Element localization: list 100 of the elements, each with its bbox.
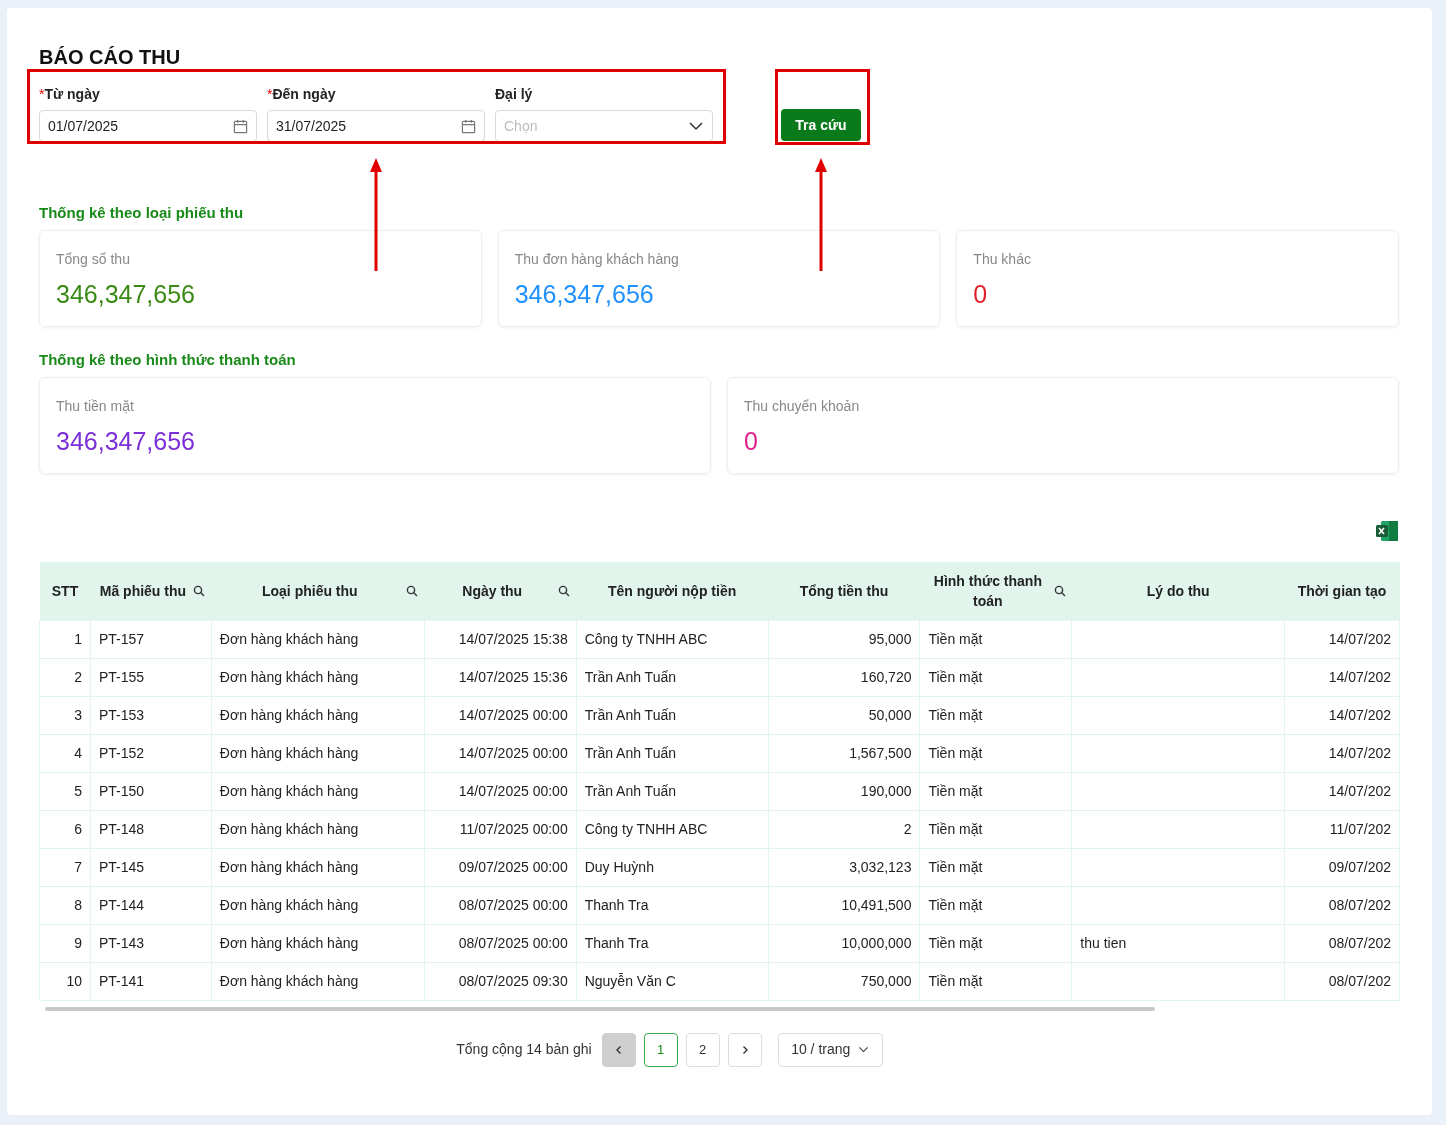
table-cell: PT-155 <box>90 658 212 696</box>
table-cell: Tiền mặt <box>919 886 1072 924</box>
column-header: Hình thức thanh toán <box>919 562 1072 620</box>
calendar-icon <box>461 118 476 134</box>
table-cell: Thanh Tra <box>576 924 769 962</box>
column-header: Thời gian tạo <box>1284 562 1400 620</box>
table-cell: PT-157 <box>90 620 212 658</box>
table-cell: 14/07/202 <box>1284 772 1400 810</box>
table-cell: 14/07/202 <box>1284 620 1400 658</box>
stat-label: Thu đơn hàng khách hàng <box>514 250 680 269</box>
table-cell: Thanh Tra <box>576 886 769 924</box>
column-header: STT <box>39 562 91 620</box>
table-cell: 14/07/2025 15:38 <box>424 620 577 658</box>
table-cell: 1,567,500 <box>768 734 920 772</box>
table-cell: 08/07/202 <box>1284 962 1400 1000</box>
table-cell: 08/07/202 <box>1284 886 1400 924</box>
page-size-select[interactable]: 10 / trang <box>777 1032 883 1067</box>
stat-label: Tổng số thu <box>56 250 131 269</box>
table-cell: Đơn hàng khách hàng <box>211 810 425 848</box>
table-cell: Đơn hàng khách hàng <box>211 848 425 886</box>
table-cell: Duy Huỳnh <box>576 848 769 886</box>
table-cell: 14/07/2025 00:00 <box>424 734 577 772</box>
table-cell: Đơn hàng khách hàng <box>211 772 425 810</box>
table-cell: 10 <box>39 962 91 1000</box>
table-cell: 1 <box>39 620 91 658</box>
search-icon[interactable] <box>558 584 571 597</box>
table-cell: 14/07/202 <box>1284 658 1400 696</box>
field-label: Đại lý <box>495 85 533 104</box>
table-cell: 160,720 <box>768 658 920 696</box>
table-cell: Nguyễn Văn C <box>576 962 769 1000</box>
date-field[interactable]: 31/07/2025 <box>267 110 485 142</box>
table-cell: 2 <box>768 810 920 848</box>
search-icon[interactable] <box>193 584 206 597</box>
table-cell: 08/07/2025 00:00 <box>424 924 577 962</box>
table-cell: Đơn hàng khách hàng <box>211 734 425 772</box>
table-cell: Tiền mặt <box>919 962 1072 1000</box>
stat-label: Thu tiền mặt <box>56 397 135 416</box>
table-cell: 08/07/2025 09:30 <box>424 962 577 1000</box>
horizontal-scrollbar[interactable] <box>45 1006 1155 1011</box>
table-cell: Trần Anh Tuấn <box>576 696 769 734</box>
table-cell: 11/07/2025 00:00 <box>424 810 577 848</box>
search-icon[interactable] <box>1053 584 1066 597</box>
table-cell: 7 <box>39 848 91 886</box>
table-cell: Tiền mặt <box>919 810 1072 848</box>
table-cell: 3,032,123 <box>768 848 920 886</box>
column-header: Ngày thu <box>424 562 577 620</box>
table-cell: 09/07/2025 00:00 <box>424 848 577 886</box>
table-cell: PT-145 <box>90 848 212 886</box>
table-cell: 95,000 <box>768 620 920 658</box>
stat-value: 346,347,656 <box>56 426 197 457</box>
table-cell: Tiền mặt <box>919 658 1072 696</box>
required-asterisk: * <box>39 85 45 104</box>
table-cell: 3 <box>39 696 91 734</box>
page-title: BÁO CÁO THU <box>39 45 182 70</box>
column-header: Tổng tiền thu <box>768 562 920 620</box>
table-cell: 09/07/202 <box>1284 848 1400 886</box>
spreadsheet-icon[interactable] <box>1375 520 1399 542</box>
section-title: Thống kê theo hình thức thanh toán <box>39 350 297 369</box>
table-cell: Đơn hàng khách hàng <box>211 658 425 696</box>
table-cell: 9 <box>39 924 91 962</box>
table-cell: 14/07/2025 00:00 <box>424 696 577 734</box>
table-cell: 8 <box>39 886 91 924</box>
table-cell: 14/07/2025 00:00 <box>424 772 577 810</box>
table-cell: 750,000 <box>768 962 920 1000</box>
table-cell: Tiền mặt <box>919 620 1072 658</box>
page-button[interactable]: 2 <box>685 1032 720 1067</box>
table-cell: Đơn hàng khách hàng <box>211 886 425 924</box>
page-button[interactable]: 1 <box>643 1032 678 1067</box>
table-cell: thu tien <box>1071 924 1285 962</box>
table-cell: PT-141 <box>90 962 212 1000</box>
table-cell: 5 <box>39 772 91 810</box>
field-label: Từ ngày <box>44 85 100 104</box>
search-icon[interactable] <box>406 584 419 597</box>
table-cell: 10,000,000 <box>768 924 920 962</box>
section-title: Thống kê theo loại phiếu thu <box>39 203 245 222</box>
search-button[interactable]: Tra cứu <box>781 109 861 141</box>
column-header: Mã phiếu thu <box>90 562 212 620</box>
stat-label: Thu khác <box>973 250 1032 269</box>
table-cell: Tiền mặt <box>919 696 1072 734</box>
table-cell: Tiền mặt <box>919 924 1072 962</box>
table-cell: PT-144 <box>90 886 212 924</box>
date-field[interactable]: 01/07/2025 <box>39 110 257 142</box>
column-header: Lý do thu <box>1071 562 1285 620</box>
table-cell: 14/07/202 <box>1284 734 1400 772</box>
stat-value: 0 <box>973 279 989 310</box>
field-label: Đến ngày <box>272 85 336 104</box>
table-cell: 2 <box>39 658 91 696</box>
column-header: Loại phiếu thu <box>211 562 425 620</box>
table-cell: Tiền mặt <box>919 734 1072 772</box>
column-header: Tên người nộp tiền <box>576 562 769 620</box>
table-cell: 08/07/2025 00:00 <box>424 886 577 924</box>
stat-label: Thu chuyển khoản <box>744 397 861 416</box>
table-cell: PT-150 <box>90 772 212 810</box>
table-cell: 50,000 <box>768 696 920 734</box>
table-cell: 10,491,500 <box>768 886 920 924</box>
table-cell: 4 <box>39 734 91 772</box>
table-cell: PT-153 <box>90 696 212 734</box>
chevron-down-icon <box>858 1044 870 1055</box>
table-cell: 11/07/202 <box>1284 810 1400 848</box>
table-cell: 190,000 <box>768 772 920 810</box>
